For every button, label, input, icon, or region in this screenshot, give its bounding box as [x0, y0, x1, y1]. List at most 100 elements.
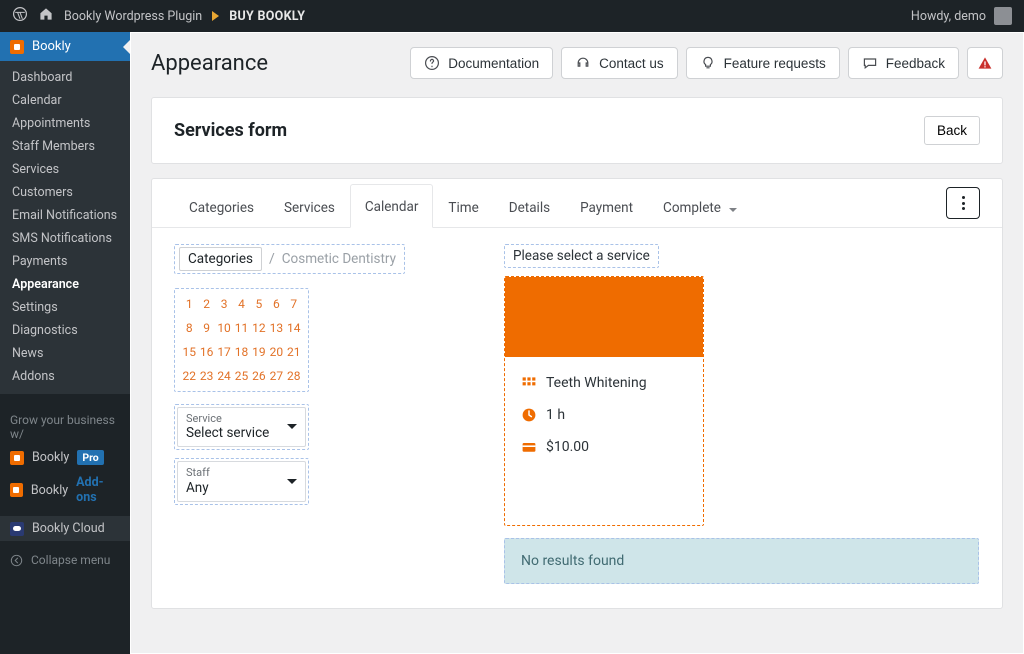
card-title: Services form: [174, 120, 287, 141]
calendar-day[interactable]: 11: [233, 321, 249, 335]
grow-label: Grow your business w/: [0, 409, 130, 445]
calendar-day[interactable]: 25: [233, 369, 249, 383]
calendar-day[interactable]: 6: [268, 297, 284, 311]
sidebar-item-news[interactable]: News: [0, 342, 130, 365]
home-icon[interactable]: [38, 6, 54, 26]
calendar-day[interactable]: 4: [233, 297, 249, 311]
help-icon: [424, 55, 440, 71]
pro-badge: Pro: [77, 450, 103, 465]
cloud-label: Bookly Cloud: [32, 521, 105, 536]
calendar-day[interactable]: 1: [181, 297, 197, 311]
calendar-day[interactable]: 16: [198, 345, 214, 359]
collapse-menu[interactable]: Collapse menu: [0, 547, 130, 573]
bookly-logo-icon: [10, 451, 24, 465]
sidebar-bookly-pro[interactable]: Bookly Pro: [0, 445, 130, 470]
btn-label: Contact us: [599, 56, 664, 71]
bookly-logo-icon: [10, 40, 24, 54]
calendar-day[interactable]: 14: [286, 321, 302, 335]
sidebar-bookly-addons[interactable]: Bookly Add-ons: [0, 470, 130, 510]
calendar-day[interactable]: 2: [198, 297, 214, 311]
sidebar-item-staff-members[interactable]: Staff Members: [0, 135, 130, 158]
addons-text-b: Add-ons: [76, 475, 120, 505]
service-card-hero: [505, 277, 703, 357]
sidebar-submenu: DashboardCalendarAppointmentsStaff Membe…: [0, 61, 130, 394]
tab-categories[interactable]: Categories: [174, 185, 269, 228]
sidebar-item-sms-notifications[interactable]: SMS Notifications: [0, 227, 130, 250]
sidebar-item-services[interactable]: Services: [0, 158, 130, 181]
pro-text: Bookly: [32, 450, 69, 465]
chat-icon: [862, 55, 878, 71]
tab-details[interactable]: Details: [494, 185, 565, 228]
calendar-day[interactable]: 21: [286, 345, 302, 359]
feature-requests-button[interactable]: Feature requests: [686, 47, 840, 79]
chevron-down-icon: [287, 424, 297, 429]
headset-icon: [575, 55, 591, 71]
calendar-day[interactable]: 9: [198, 321, 214, 335]
select-label: Staff: [186, 466, 210, 479]
sidebar-item-calendar[interactable]: Calendar: [0, 89, 130, 112]
calendar-day[interactable]: 17: [216, 345, 232, 359]
sidebar-item-customers[interactable]: Customers: [0, 181, 130, 204]
service-select[interactable]: Service Select service: [174, 404, 309, 450]
sidebar-item-appearance[interactable]: Appearance: [0, 273, 130, 296]
breadcrumb-rest: Cosmetic Dentistry: [282, 251, 400, 267]
select-value: Any: [186, 480, 210, 496]
calendar-day[interactable]: 7: [286, 297, 302, 311]
calendar-day[interactable]: 5: [251, 297, 267, 311]
calendar-days-grid: 1234567891011121314151617181920212223242…: [174, 288, 309, 392]
sidebar-item-dashboard[interactable]: Dashboard: [0, 66, 130, 89]
tab-services[interactable]: Services: [269, 185, 350, 228]
calendar-day[interactable]: 27: [268, 369, 284, 383]
sidebar-bookly-cloud[interactable]: Bookly Cloud: [0, 516, 130, 541]
calendar-day[interactable]: 24: [216, 369, 232, 383]
calendar-day[interactable]: 12: [251, 321, 267, 335]
sidebar-item-settings[interactable]: Settings: [0, 296, 130, 319]
calendar-day[interactable]: 28: [286, 369, 302, 383]
breadcrumb-active[interactable]: Categories: [179, 247, 262, 271]
calendar-day[interactable]: 3: [216, 297, 232, 311]
tab-complete[interactable]: Complete: [648, 185, 752, 228]
calendar-day[interactable]: 8: [181, 321, 197, 335]
btn-label: Documentation: [448, 56, 539, 71]
calendar-day[interactable]: 23: [198, 369, 214, 383]
chevron-right-icon: [212, 11, 219, 21]
more-options-button[interactable]: [946, 187, 980, 219]
sidebar-item-payments[interactable]: Payments: [0, 250, 130, 273]
calendar-day[interactable]: 20: [268, 345, 284, 359]
calendar-day[interactable]: 15: [181, 345, 197, 359]
sidebar-item-email-notifications[interactable]: Email Notifications: [0, 204, 130, 227]
documentation-button[interactable]: Documentation: [410, 47, 553, 79]
sidebar-top-bookly[interactable]: Bookly: [0, 32, 130, 61]
addons-text-a: Bookly: [31, 483, 68, 498]
sidebar-item-diagnostics[interactable]: Diagnostics: [0, 319, 130, 342]
howdy-text: Howdy, demo: [911, 9, 986, 24]
page-title: Appearance: [151, 51, 268, 76]
tab-calendar[interactable]: Calendar: [350, 184, 434, 228]
calendar-day[interactable]: 19: [251, 345, 267, 359]
clock-icon: [521, 407, 537, 423]
calendar-day[interactable]: 10: [216, 321, 232, 335]
calendar-day[interactable]: 26: [251, 369, 267, 383]
staff-select[interactable]: Staff Any: [174, 458, 309, 504]
alert-button[interactable]: [967, 47, 1003, 79]
wp-logo-icon[interactable]: [12, 6, 28, 26]
sidebar-item-addons[interactable]: Addons: [0, 365, 130, 388]
site-name[interactable]: Bookly Wordpress Plugin: [64, 9, 202, 24]
service-card[interactable]: Teeth Whitening 1 h $10.00: [504, 276, 704, 526]
sidebar-item-appointments[interactable]: Appointments: [0, 112, 130, 135]
calendar-day[interactable]: 22: [181, 369, 197, 383]
tab-time[interactable]: Time: [433, 185, 493, 228]
breadcrumb-sep: /: [269, 251, 275, 267]
calendar-day[interactable]: 18: [233, 345, 249, 359]
btn-label: Feedback: [886, 56, 945, 71]
avatar[interactable]: [994, 7, 1012, 25]
buy-bookly-link[interactable]: BUY BOOKLY: [229, 9, 305, 24]
grid-icon: [521, 375, 537, 391]
select-service-hint: Please select a service: [504, 244, 659, 268]
lightbulb-icon: [700, 55, 716, 71]
feedback-button[interactable]: Feedback: [848, 47, 959, 79]
tab-payment[interactable]: Payment: [565, 185, 648, 228]
calendar-day[interactable]: 13: [268, 321, 284, 335]
back-button[interactable]: Back: [924, 116, 980, 145]
contact-us-button[interactable]: Contact us: [561, 47, 678, 79]
